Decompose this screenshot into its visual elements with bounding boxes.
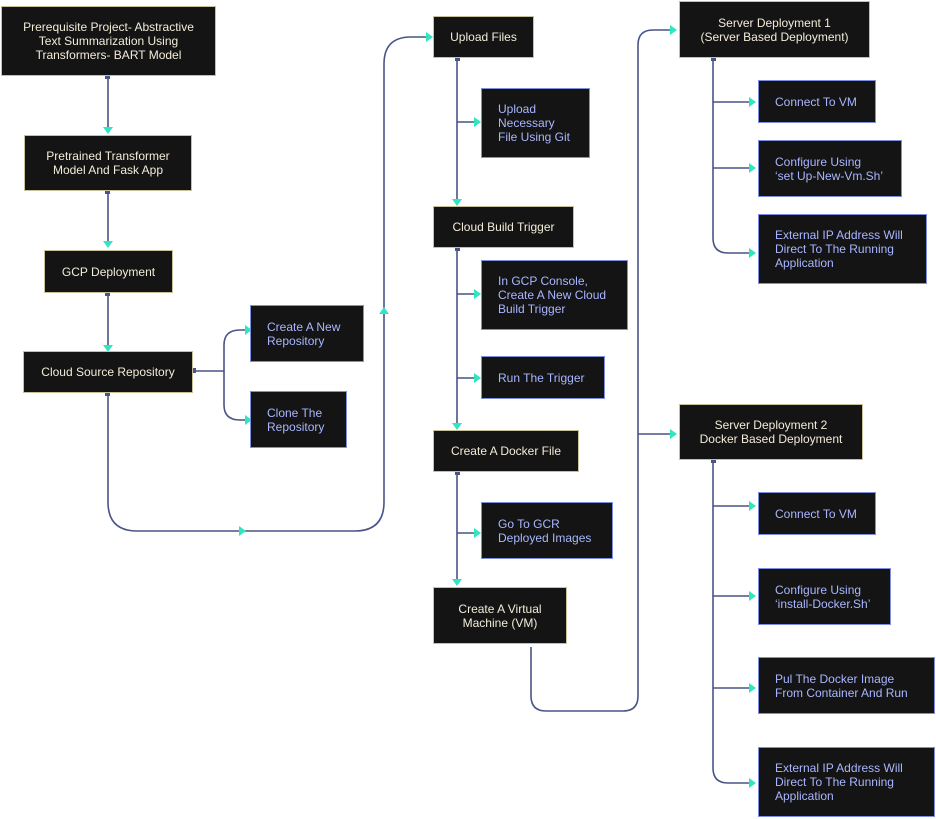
edge-repo-to-clone xyxy=(223,371,246,421)
arrowhead-right-s2-pull xyxy=(749,683,756,693)
node-label: Connect To VM xyxy=(775,506,857,521)
arrowhead-right-bottom-loop xyxy=(239,526,246,536)
node-upload-files[interactable]: Upload Files xyxy=(433,16,534,58)
node-label: Go To GCR Deployed Images xyxy=(498,516,592,545)
arrowhead-right-gcr xyxy=(474,528,481,538)
arrowhead-right-s1-configure xyxy=(749,163,756,173)
node-label: Pretrained Transformer Model And Fask Ap… xyxy=(46,149,170,177)
node-s2-pull-docker-image[interactable]: Pul The Docker Image From Container And … xyxy=(758,657,935,714)
node-prerequisite-project[interactable]: Prerequisite Project- Abstractive Text S… xyxy=(1,6,216,76)
arrowhead-up-loop xyxy=(379,307,389,314)
node-run-the-trigger[interactable]: Run The Trigger xyxy=(481,356,605,399)
edge-s1-trunk xyxy=(712,58,750,254)
arrowhead-down-trigger xyxy=(452,199,462,206)
node-label: Clone The Repository xyxy=(267,405,325,434)
node-upload-necessary-files-git[interactable]: Upload Necessary File Using Git xyxy=(481,88,590,158)
node-label: Configure Using ‘install-Docker.Sh’ xyxy=(775,582,871,611)
node-label: External IP Address Will Direct To The R… xyxy=(775,228,903,270)
node-label: Cloud Source Repository xyxy=(41,365,175,379)
node-label: Upload Necessary File Using Git xyxy=(498,102,571,144)
arrowhead-right-s2-connect xyxy=(749,501,756,511)
node-label: Configure Using ‘set Up-New-Vm.Sh’ xyxy=(775,154,884,183)
node-cloud-build-trigger[interactable]: Cloud Build Trigger xyxy=(433,206,574,248)
node-label: Upload Files xyxy=(450,30,517,44)
node-label: Create A New Repository xyxy=(267,319,341,348)
node-gcp-deployment[interactable]: GCP Deployment xyxy=(44,250,173,293)
node-label: Prerequisite Project- Abstractive Text S… xyxy=(23,20,194,62)
arrowhead-down-docker xyxy=(452,423,462,430)
node-s2-connect-to-vm[interactable]: Connect To VM xyxy=(758,492,876,535)
node-label: Pul The Docker Image From Container And … xyxy=(775,671,908,700)
node-s1-configure-setup-script[interactable]: Configure Using ‘set Up-New-Vm.Sh’ xyxy=(758,140,902,197)
arrowhead-down-pretrained xyxy=(103,127,113,134)
node-s2-configure-install-docker[interactable]: Configure Using ‘install-Docker.Sh’ xyxy=(758,568,891,625)
node-gcr-deployed-images[interactable]: Go To GCR Deployed Images xyxy=(481,502,613,559)
node-s1-connect-to-vm[interactable]: Connect To VM xyxy=(758,80,876,123)
arrowhead-right-run xyxy=(474,373,481,383)
arrowhead-right-server1 xyxy=(670,25,677,35)
node-label: Create A Docker File xyxy=(450,444,562,458)
node-create-new-repository[interactable]: Create A New Repository xyxy=(250,305,364,362)
node-cloud-source-repository[interactable]: Cloud Source Repository xyxy=(23,351,193,393)
arrowhead-right-upload xyxy=(426,32,433,42)
node-s2-external-ip[interactable]: External IP Address Will Direct To The R… xyxy=(758,747,935,817)
node-label: External IP Address Will Direct To The R… xyxy=(775,761,903,803)
node-label: Connect To VM xyxy=(775,94,857,109)
node-create-cloud-build-trigger[interactable]: In GCP Console, Create A New Cloud Build… xyxy=(481,260,628,330)
node-s1-external-ip[interactable]: External IP Address Will Direct To The R… xyxy=(758,214,927,284)
edge-s2-trunk xyxy=(712,460,750,784)
node-clone-repository[interactable]: Clone The Repository xyxy=(250,391,347,448)
arrowhead-down-gcp xyxy=(103,241,113,248)
arrowhead-right-s2-ip xyxy=(749,778,756,788)
node-label: Create A Virtual Machine (VM) xyxy=(458,601,542,630)
arrowhead-right-console xyxy=(474,289,481,299)
arrowhead-right-s1-ip xyxy=(749,248,756,258)
node-label: In GCP Console, Create A New Cloud Build… xyxy=(498,274,607,316)
arrowhead-right-git xyxy=(474,117,481,127)
node-label: Server Deployment 2 Docker Based Deploym… xyxy=(699,418,843,446)
edge-repo-to-create-new xyxy=(193,329,246,372)
arrowhead-down-vm xyxy=(452,579,462,586)
arrowhead-right-s1-connect xyxy=(749,97,756,107)
node-label: Run The Trigger xyxy=(498,370,585,385)
arrowhead-right-server2 xyxy=(670,429,677,439)
node-label: Server Deployment 1 (Server Based Deploy… xyxy=(700,15,849,44)
node-create-docker-file[interactable]: Create A Docker File xyxy=(433,430,579,472)
arrowhead-right-s2-configure xyxy=(749,591,756,601)
node-server-deployment-2[interactable]: Server Deployment 2 Docker Based Deploym… xyxy=(679,404,863,460)
node-label: Cloud Build Trigger xyxy=(452,220,555,234)
node-create-virtual-machine[interactable]: Create A Virtual Machine (VM) xyxy=(433,587,567,644)
node-server-deployment-1[interactable]: Server Deployment 1 (Server Based Deploy… xyxy=(679,1,870,58)
node-label: GCP Deployment xyxy=(61,264,156,279)
node-pretrained-model[interactable]: Pretrained Transformer Model And Fask Ap… xyxy=(24,135,192,191)
